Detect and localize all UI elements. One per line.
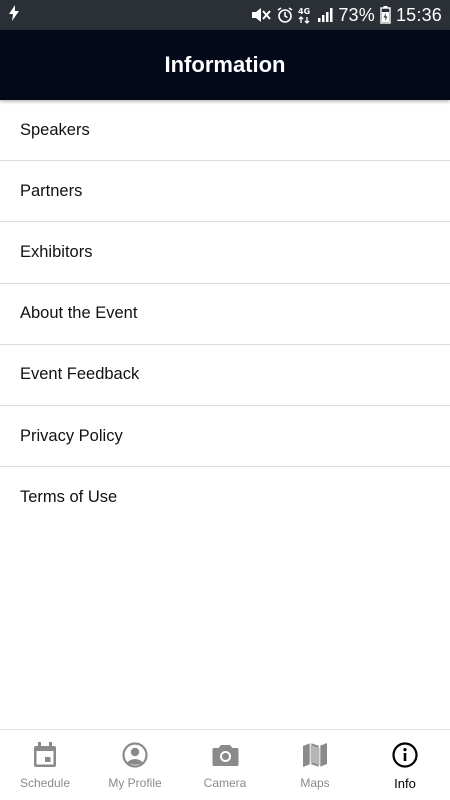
camera-icon	[211, 741, 239, 769]
info-icon	[391, 741, 419, 769]
calendar-icon	[31, 741, 59, 769]
menu-item-speakers[interactable]: Speakers	[0, 100, 450, 162]
nav-maps[interactable]: Maps	[270, 730, 360, 800]
menu-item-terms-of-use[interactable]: Terms of Use	[0, 467, 450, 528]
nav-info[interactable]: Info	[360, 730, 450, 800]
menu-item-label: Exhibitors	[20, 242, 93, 261]
nav-label: Maps	[300, 776, 330, 790]
nav-label: My Profile	[108, 776, 162, 790]
menu-item-about-event[interactable]: About the Event	[0, 284, 450, 345]
menu-item-partners[interactable]: Partners	[0, 161, 450, 223]
menu-item-label: Partners	[20, 181, 83, 200]
page-title: Information	[164, 52, 286, 77]
information-menu: Speakers Partners Exhibitors About the E…	[0, 100, 450, 528]
data-icon: 4G	[298, 6, 312, 24]
menu-item-event-feedback[interactable]: Event Feedback	[0, 345, 450, 406]
profile-icon	[121, 741, 149, 769]
app-header: Information	[0, 30, 450, 100]
nav-my-profile[interactable]: My Profile	[90, 730, 180, 800]
map-icon	[301, 741, 329, 769]
nav-label: Schedule	[19, 776, 71, 790]
nav-camera[interactable]: Camera	[180, 730, 270, 800]
menu-item-exhibitors[interactable]: Exhibitors	[0, 222, 450, 284]
menu-item-privacy-policy[interactable]: Privacy Policy	[0, 406, 450, 468]
nav-label: Info	[394, 776, 416, 791]
nav-label: Camera	[203, 776, 247, 790]
menu-item-label: About the Event	[20, 304, 138, 323]
signal-icon	[317, 7, 333, 23]
alarm-icon	[277, 7, 293, 23]
nav-schedule[interactable]: Schedule	[0, 730, 90, 800]
svg-text:4G: 4G	[298, 7, 310, 16]
menu-item-label: Speakers	[20, 120, 90, 139]
mute-icon	[250, 7, 272, 23]
status-bar: 4G 73% 15:36	[0, 0, 450, 30]
bottom-navigation: Schedule My Profile Camera Maps Info	[0, 729, 450, 800]
flash-icon	[8, 4, 20, 26]
battery-icon	[380, 6, 391, 24]
menu-item-label: Privacy Policy	[20, 426, 123, 445]
menu-item-label: Terms of Use	[20, 488, 118, 507]
battery-percentage: 73%	[338, 4, 375, 25]
clock: 15:36	[395, 4, 442, 25]
menu-item-label: Event Feedback	[20, 365, 140, 384]
